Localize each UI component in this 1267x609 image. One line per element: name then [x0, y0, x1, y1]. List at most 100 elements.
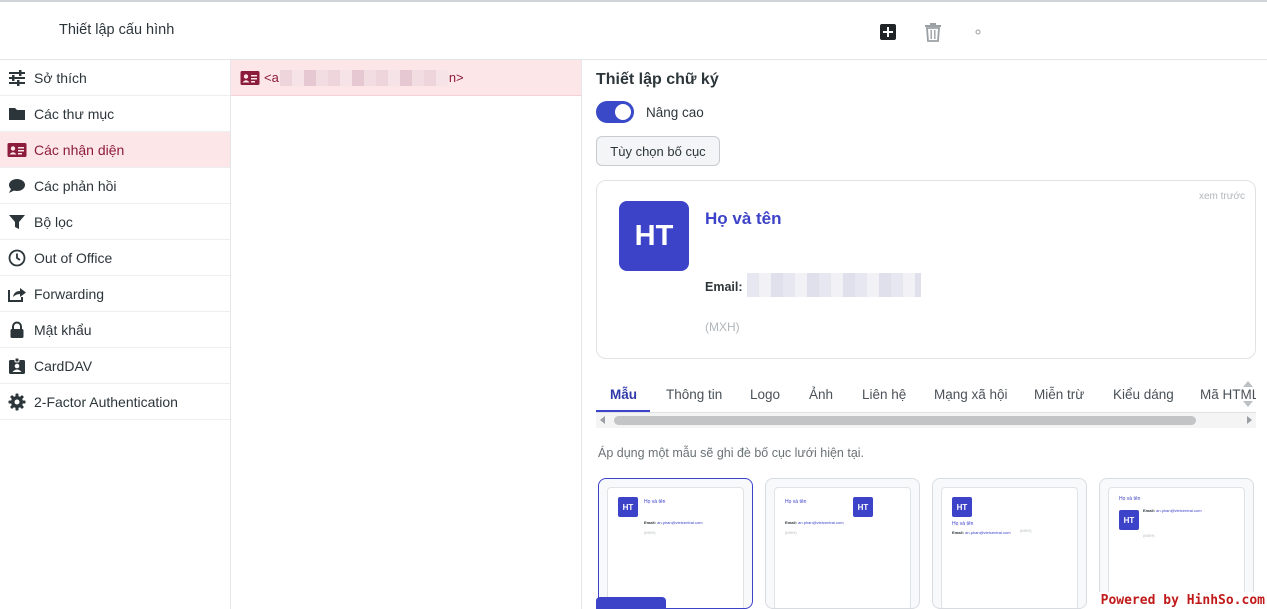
advanced-toggle[interactable] [596, 101, 634, 123]
template-email: Email: an.phan@vietcentral.com [644, 520, 703, 525]
toggle-knob [615, 104, 631, 120]
tabs-scrollbar[interactable] [596, 413, 1256, 428]
sidebar-item-forwarding[interactable]: Forwarding [0, 276, 230, 312]
lock-icon [0, 321, 34, 339]
template-avatar: HT [952, 497, 972, 517]
scrollbar-thumb[interactable] [614, 416, 1196, 425]
sidebar-item-folders[interactable]: Các thư mục [0, 96, 230, 132]
sidebar-item-two-factor[interactable]: 2-Factor Authentication [0, 384, 230, 420]
watermark: Powered by HinhSo.com [1098, 592, 1267, 609]
identity-prefix: <a [264, 70, 279, 85]
redacted-email [747, 273, 921, 297]
chat-bubble-icon [0, 178, 34, 194]
sidebar-item-label: Các nhận diện [34, 141, 125, 158]
active-tab-indicator [596, 410, 650, 412]
template-card[interactable]: Họ và tên HT Email: an.phan@vietcentral.… [1099, 478, 1254, 609]
sidebar-item-label: Forwarding [34, 285, 105, 302]
preview-social: (MXH) [705, 320, 740, 334]
sidebar-item-label: CardDAV [34, 357, 93, 374]
sidebar-item-label: Các thư mục [34, 105, 115, 122]
sidebar-item-preferences[interactable]: Sở thích [0, 60, 230, 96]
redacted-email [279, 69, 448, 86]
template-email-label: Email: [644, 520, 657, 525]
sidebar-item-label: Bộ lọc [34, 213, 73, 230]
more-button[interactable] [966, 20, 990, 44]
signature-preview: xem trước HT Họ và tên Email: (MXH) [596, 180, 1256, 359]
sidebar-item-label: Các phản hồi [34, 177, 117, 194]
sidebar-item-filters[interactable]: Bộ lọc [0, 204, 230, 240]
id-card-icon [0, 142, 34, 158]
tab-disclaimer[interactable]: Miễn trừ [1034, 387, 1084, 402]
tab-social[interactable]: Mạng xã hội [934, 387, 1008, 402]
folder-icon [0, 106, 34, 121]
layout-options-button[interactable]: Tùy chọn bố cục [596, 136, 720, 166]
template-card[interactable]: HT Họ và tên Email: an.phan@vietcentral.… [598, 478, 753, 609]
scroll-left-arrow-icon[interactable] [600, 416, 605, 424]
template-email: Email: an.phan@vietcentral.com [1143, 508, 1202, 513]
sliders-icon [0, 69, 34, 86]
sidebar-item-password[interactable]: Mật khẩu [0, 312, 230, 348]
identity-row[interactable]: <a n> [231, 60, 581, 96]
settings-sidebar: Sở thích Các thư mục Các nhận diện Các p… [0, 60, 231, 609]
tab-style[interactable]: Kiểu dáng [1113, 387, 1174, 402]
contact-card-icon [0, 357, 34, 375]
save-button[interactable] [596, 597, 666, 609]
preview-hint: xem trước [1198, 191, 1245, 202]
clock-icon [0, 249, 34, 267]
template-name: Họ và tên [952, 521, 974, 527]
sidebar-item-carddav[interactable]: CardDAV [0, 348, 230, 384]
tab-contact[interactable]: Liên hệ [862, 387, 906, 402]
tab-info[interactable]: Thông tin [666, 387, 722, 402]
template-name: Họ và tên [785, 499, 807, 505]
section-title: Thiết lập chữ ký [596, 71, 719, 88]
sidebar-item-out-of-office[interactable]: Out of Office [0, 240, 230, 276]
template-email-value: an.phan@vietcentral.com [965, 530, 1011, 535]
template-email-value: an.phan@vietcentral.com [798, 520, 844, 525]
share-icon [0, 285, 34, 303]
template-email: Email: an.phan@vietcentral.com [952, 530, 1011, 535]
tab-html[interactable]: Mã HTML [1200, 387, 1256, 402]
sidebar-item-identities[interactable]: Các nhận diện [0, 132, 230, 168]
identity-email: <a n> [264, 69, 464, 86]
template-thumbnail: HT Họ và tên Email: an.phan@vietcentral.… [941, 487, 1078, 608]
advanced-toggle-label: Nâng cao [646, 105, 704, 120]
page-header: Thiết lập cấu hình [0, 2, 1267, 60]
scroll-down-arrow-icon[interactable] [1243, 401, 1253, 407]
gear-icon [0, 393, 34, 411]
add-button[interactable] [876, 20, 900, 44]
template-email-value: an.phan@vietcentral.com [657, 520, 703, 525]
template-avatar: HT [853, 497, 873, 517]
signature-settings-panel: Thiết lập chữ ký Nâng cao Tùy chọn bố cụ… [582, 60, 1267, 609]
trash-icon [925, 23, 941, 42]
template-name: Họ và tên [644, 499, 666, 505]
scroll-up-arrow-icon[interactable] [1243, 381, 1253, 387]
scroll-right-arrow-icon[interactable] [1247, 416, 1252, 424]
tab-logo[interactable]: Logo [750, 387, 780, 402]
template-thumbnail: Họ và tên Email: an.phan@vietcentral.com… [774, 487, 911, 608]
template-name: Họ và tên [1119, 496, 1141, 502]
template-thumbnail: HT Họ và tên Email: an.phan@vietcentral.… [607, 487, 744, 608]
tab-template[interactable]: Mẫu [610, 387, 637, 402]
preview-name: Họ và tên [705, 209, 782, 228]
tab-photo[interactable]: Ảnh [809, 387, 833, 402]
preview-email-label: Email: [705, 280, 743, 294]
template-social: (MXH) [644, 530, 656, 535]
template-card[interactable]: HT Họ và tên Email: an.phan@vietcentral.… [932, 478, 1087, 609]
template-email-value: an.phan@vietcentral.com [1156, 508, 1202, 513]
signature-tabs: Mẫu Thông tin Logo Ảnh Liên hệ Mạng xã h… [596, 377, 1256, 413]
template-card[interactable]: Họ và tên Email: an.phan@vietcentral.com… [765, 478, 920, 609]
delete-button[interactable] [921, 20, 945, 44]
sidebar-item-responses[interactable]: Các phản hồi [0, 168, 230, 204]
template-note: Áp dụng một mẫu sẽ ghi đè bố cục lưới hi… [598, 446, 865, 460]
template-email-label: Email: [785, 520, 798, 525]
small-dot-icon [975, 29, 981, 35]
template-avatar: HT [618, 497, 638, 517]
identity-suffix: n> [448, 70, 464, 85]
plus-square-icon [880, 24, 896, 40]
template-email-label: Email: [952, 530, 965, 535]
sidebar-item-label: Sở thích [34, 69, 87, 86]
sidebar-item-label: Out of Office [34, 249, 113, 266]
template-email: Email: an.phan@vietcentral.com [785, 520, 844, 525]
template-email-label: Email: [1143, 508, 1156, 513]
sidebar-item-label: Mật khẩu [34, 321, 92, 338]
